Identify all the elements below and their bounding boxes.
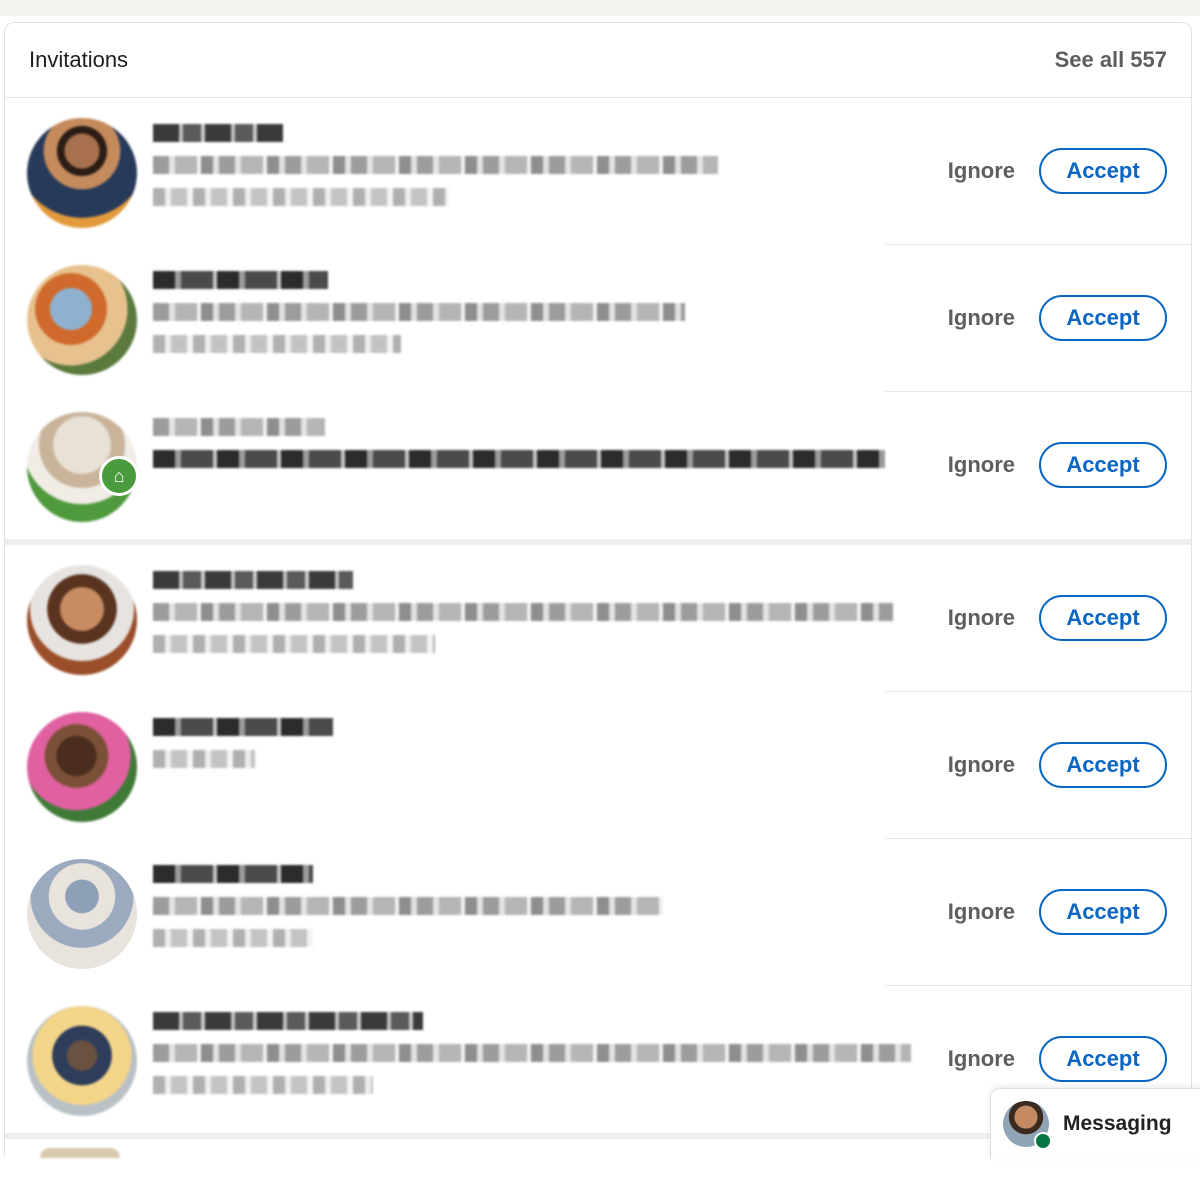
accept-button[interactable]: Accept bbox=[1039, 295, 1167, 341]
ignore-button[interactable]: Ignore bbox=[948, 1046, 1015, 1072]
redacted-headline bbox=[153, 897, 663, 915]
redacted-name[interactable] bbox=[153, 418, 325, 436]
avatar[interactable] bbox=[27, 1006, 137, 1116]
avatar[interactable] bbox=[27, 118, 137, 228]
redacted-mutual-connections bbox=[153, 635, 435, 653]
invitation-actions: Ignore Accept bbox=[948, 1036, 1167, 1082]
avatar[interactable] bbox=[27, 265, 137, 375]
redacted-name[interactable] bbox=[153, 865, 313, 883]
redacted-mutual-connections bbox=[153, 335, 401, 353]
invitations-title: Invitations bbox=[29, 47, 129, 72]
avatar[interactable] bbox=[27, 565, 137, 675]
invitations-header: Invitations See all 557 bbox=[5, 23, 1191, 98]
ignore-button[interactable]: Ignore bbox=[948, 899, 1015, 925]
partial-avatar bbox=[40, 1148, 120, 1158]
messaging-tab[interactable]: Messaging bbox=[990, 1088, 1200, 1159]
messaging-avatar bbox=[1003, 1101, 1052, 1150]
redacted-name[interactable] bbox=[153, 124, 283, 142]
ignore-button[interactable]: Ignore bbox=[948, 158, 1015, 184]
open-to-work-badge: ⌂ bbox=[99, 456, 139, 496]
invitations-card: Invitations See all 557 Ignore Accept Ign… bbox=[4, 22, 1192, 1157]
accept-button[interactable]: Accept bbox=[1039, 148, 1167, 194]
redacted-headline bbox=[153, 450, 885, 468]
accept-button[interactable]: Accept bbox=[1039, 742, 1167, 788]
ignore-button[interactable]: Ignore bbox=[948, 752, 1015, 778]
accept-button[interactable]: Accept bbox=[1039, 1036, 1167, 1082]
accept-button[interactable]: Accept bbox=[1039, 442, 1167, 488]
see-all-link[interactable]: See all 557 bbox=[1055, 47, 1167, 73]
invitation-actions: Ignore Accept bbox=[948, 889, 1167, 935]
invitation-row: ⌂ Ignore Accept bbox=[5, 392, 1191, 545]
invitation-row: Ignore Accept bbox=[5, 98, 1191, 245]
invitation-actions: Ignore Accept bbox=[948, 595, 1167, 641]
see-all-label: See all bbox=[1054, 47, 1125, 72]
online-status-icon bbox=[1034, 1132, 1052, 1150]
redacted-name[interactable] bbox=[153, 718, 333, 736]
invitation-info bbox=[153, 1012, 911, 1108]
invitation-actions: Ignore Accept bbox=[948, 442, 1167, 488]
invitation-info bbox=[153, 271, 893, 367]
ignore-button[interactable]: Ignore bbox=[948, 605, 1015, 631]
invitation-row: Ignore Accept bbox=[5, 545, 1191, 692]
invitation-count: 557 bbox=[1130, 47, 1167, 72]
invitation-info bbox=[153, 718, 893, 782]
redacted-mutual-connections bbox=[153, 1076, 373, 1094]
avatar[interactable] bbox=[27, 859, 137, 969]
ignore-button[interactable]: Ignore bbox=[948, 305, 1015, 331]
accept-button[interactable]: Accept bbox=[1039, 595, 1167, 641]
redacted-headline bbox=[153, 1044, 911, 1062]
invitation-info bbox=[153, 571, 893, 667]
invitation-info bbox=[153, 124, 893, 220]
redacted-headline bbox=[153, 603, 893, 621]
invitation-info bbox=[153, 865, 893, 961]
redacted-mutual-connections bbox=[153, 188, 448, 206]
invitation-actions: Ignore Accept bbox=[948, 295, 1167, 341]
invitation-row: Ignore Accept bbox=[5, 692, 1191, 839]
top-page-strip bbox=[0, 0, 1200, 16]
redacted-name[interactable] bbox=[153, 271, 328, 289]
redacted-mutual-connections bbox=[153, 929, 313, 947]
invitation-row: Ignore Accept bbox=[5, 245, 1191, 392]
redacted-name[interactable] bbox=[153, 571, 353, 589]
invitation-actions: Ignore Accept bbox=[948, 148, 1167, 194]
messaging-label: Messaging bbox=[1063, 1112, 1172, 1135]
redacted-name[interactable] bbox=[153, 1012, 423, 1030]
redacted-headline bbox=[153, 750, 255, 768]
redacted-headline bbox=[153, 303, 685, 321]
ignore-button[interactable]: Ignore bbox=[948, 452, 1015, 478]
accept-button[interactable]: Accept bbox=[1039, 889, 1167, 935]
invitation-actions: Ignore Accept bbox=[948, 742, 1167, 788]
redacted-headline bbox=[153, 156, 718, 174]
invitation-info bbox=[153, 418, 893, 482]
avatar[interactable] bbox=[27, 712, 137, 822]
invitation-row: Ignore Accept bbox=[5, 839, 1191, 986]
